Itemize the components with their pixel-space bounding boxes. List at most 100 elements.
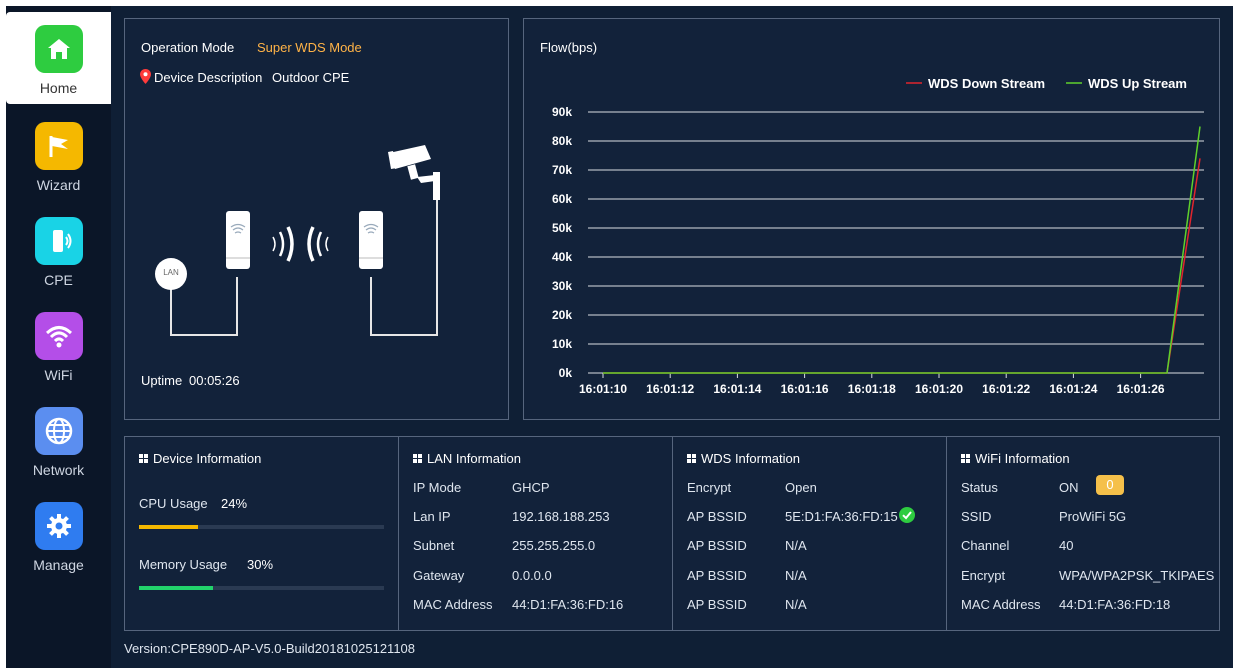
wds-row-value: Open [785, 480, 817, 495]
sidebar-item-label: Home [39, 80, 78, 96]
memory-usage-bar-fill [139, 586, 213, 590]
wifi-row-label: Status [961, 480, 998, 495]
info-panel: Device Information CPU Usage 24% Memory … [124, 436, 1220, 631]
wifi-row-label: Encrypt [961, 568, 1006, 583]
wireless-signal-icon [272, 226, 329, 262]
series-line-down-stream [603, 158, 1201, 374]
wifi-icon [35, 312, 83, 360]
x-tick-label: 16:01:16 [781, 382, 829, 396]
lan-row-value: 192.168.188.253 [512, 509, 610, 524]
camera-icon [388, 145, 440, 200]
cpe-device-right-icon [359, 211, 383, 269]
topology-diagram [155, 145, 440, 336]
cpu-usage-bar [139, 525, 384, 529]
wds-row-value: N/A [785, 538, 807, 553]
check-circle-icon [899, 507, 915, 523]
flow-chart-panel: Flow(bps) 0k 10k 20k 30k 40k 50k 60k 70k 80k 90k 1… [523, 18, 1220, 420]
sidebar-item-label: Manage [33, 557, 84, 573]
lan-label: LAN [163, 268, 179, 277]
cpu-usage-label: CPU Usage [139, 496, 208, 511]
cpe-device-left-icon [226, 211, 250, 269]
lan-row-value: GHCP [512, 480, 550, 495]
wifi-row-label: SSID [961, 509, 992, 524]
wifi-row-value: WPA/WPA2PSK_TKIPAES [1059, 568, 1215, 583]
sidebar-item-wizard[interactable]: Wizard [6, 109, 111, 202]
x-tick-label: 16:01:24 [1049, 382, 1097, 396]
section-title: WiFi Information [975, 451, 1070, 466]
wds-row-value: N/A [785, 568, 807, 583]
x-tick-label: 16:01:14 [713, 382, 761, 396]
section-title: WDS Information [701, 451, 800, 466]
wds-row-value: 5E:D1:FA:36:FD:15 [785, 509, 898, 524]
sidebar-item-manage[interactable]: Manage [6, 489, 111, 582]
wds-info-section: WDS Information Encrypt Open AP BSSID 5E… [673, 437, 946, 630]
grid-icon [413, 454, 422, 463]
sidebar-item-label: Network [32, 462, 85, 478]
uptime-label: Uptime [141, 373, 183, 388]
x-tick-label: 16:01:10 [579, 382, 627, 396]
wifi-row-label: MAC Address [961, 597, 1041, 612]
sidebar-item-wifi[interactable]: WiFi [6, 299, 111, 392]
lan-row-label: Lan IP [413, 509, 451, 524]
y-tick-label: 50k [552, 221, 572, 235]
series-line-up-stream [603, 126, 1201, 374]
wds-row-label: AP BSSID [687, 568, 747, 583]
section-title: Device Information [153, 451, 262, 466]
wifi-row-label: Channel [961, 538, 1010, 553]
wds-row-label: AP BSSID [687, 538, 747, 553]
sidebar-item-label: CPE [44, 272, 73, 288]
y-tick-label: 70k [552, 163, 572, 177]
lan-row-value: 0.0.0.0 [512, 568, 552, 583]
memory-usage-label: Memory Usage [139, 557, 228, 572]
x-tick-label: 16:01:18 [848, 382, 896, 396]
sidebar-item-label: Wizard [36, 177, 81, 193]
legend-label: WDS Up Stream [1088, 76, 1187, 91]
grid-icon [139, 454, 148, 463]
y-tick-label: 60k [552, 192, 572, 206]
overview-panel: Operation Mode Super WDS Mode Device Des… [124, 18, 509, 420]
y-tick-label: 80k [552, 134, 572, 148]
wds-row-label: Encrypt [687, 480, 732, 495]
version-text: Version:CPE890D-AP-V5.0-Build20181025121… [124, 641, 416, 656]
wifi-row-value: ON [1059, 480, 1079, 495]
home-icon [35, 25, 83, 73]
sidebar-item-cpe[interactable]: CPE [6, 204, 111, 297]
lan-row-label: Subnet [413, 538, 455, 553]
x-tick-label: 16:01:26 [1117, 382, 1165, 396]
grid-icon [687, 454, 696, 463]
legend-label: WDS Down Stream [928, 76, 1045, 91]
flag-icon [35, 122, 83, 170]
x-tick-label: 16:01:12 [646, 382, 694, 396]
uptime-value: 00:05:26 [189, 373, 240, 388]
sidebar-item-label: WiFi [44, 367, 73, 383]
cpu-usage-value: 24% [221, 496, 248, 511]
x-tick-label: 16:01:22 [982, 382, 1030, 396]
flow-chart: 0k 10k 20k 30k 40k 50k 60k 70k 80k 90k 16:01:10 16:… [552, 76, 1204, 396]
cpe-icon [35, 217, 83, 265]
sidebar-item-home[interactable]: Home [6, 12, 111, 104]
lan-row-value: 44:D1:FA:36:FD:16 [512, 597, 624, 612]
lan-info-section: LAN Information IP Mode GHCP Lan IP 192.… [399, 437, 672, 630]
sidebar: Home Wizard CPE WiFi Network Manage [6, 6, 111, 668]
globe-icon [35, 407, 83, 455]
y-tick-label: 90k [552, 105, 572, 119]
section-title: LAN Information [427, 451, 521, 466]
lan-row-label: Gateway [413, 568, 465, 583]
lan-row-value: 255.255.255.0 [512, 538, 596, 553]
x-tick-label: 16:01:20 [915, 382, 963, 396]
memory-usage-value: 30% [247, 557, 274, 572]
lan-row-label: MAC Address [413, 597, 493, 612]
main-content: Operation Mode Super WDS Mode Device Des… [111, 6, 1233, 668]
device-info-section: Device Information CPU Usage 24% Memory … [125, 437, 398, 630]
sidebar-item-network[interactable]: Network [6, 394, 111, 487]
wds-row-label: AP BSSID [687, 597, 747, 612]
y-tick-label: 0k [559, 366, 573, 380]
wifi-row-value: 44:D1:FA:36:FD:18 [1059, 597, 1171, 612]
wifi-client-count-badge[interactable]: 0 [1096, 475, 1124, 495]
wifi-row-value: 40 [1059, 538, 1074, 553]
wifi-info-section: WiFi Information Status ON 0 SSID ProWiF… [947, 437, 1219, 630]
y-tick-label: 20k [552, 308, 572, 322]
grid-icon [961, 454, 970, 463]
cpu-usage-bar-fill [139, 525, 198, 529]
wds-row-value: N/A [785, 597, 807, 612]
